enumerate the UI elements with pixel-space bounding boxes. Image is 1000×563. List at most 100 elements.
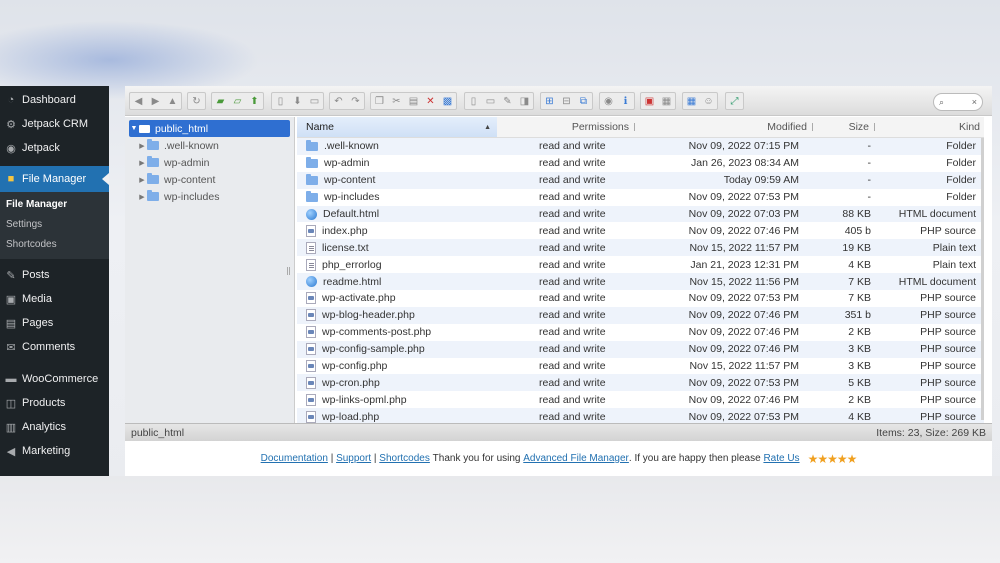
sidebar-item-media[interactable]: ▣ Media [0,287,109,311]
table-row[interactable]: wp-includes read and write Nov 09, 2022 07… [297,188,984,206]
cell-modified: Nov 09, 2022 07:53 PM [688,376,799,389]
search-input[interactable]: ⌕ × [933,93,983,111]
info-icon[interactable]: ℹ [617,93,634,109]
table-row[interactable]: readme.html read and write Nov 15, 2022 11… [297,273,984,291]
table-row[interactable]: wp-links-opml.php read and write Nov 09, 2… [297,391,984,409]
tree-item-wp-admin[interactable]: ▶ wp-admin [125,154,294,171]
submenu-shortcodes[interactable]: Shortcodes [0,235,109,255]
toolbar-edit-group: ❐ ✂ ▤ ✕ ▩ [370,92,457,110]
submenu-settings[interactable]: Settings [0,215,109,235]
collapse-arrow-icon[interactable]: ▶ [137,176,147,184]
copy-icon[interactable]: ❐ [371,93,388,109]
sidebar-item-jetpack[interactable]: ◉ Jetpack [0,136,109,160]
tree-item-wp-includes[interactable]: ▶ wp-includes [125,188,294,205]
paste-icon[interactable]: ▤ [405,93,422,109]
column-header-kind[interactable]: Kind [875,117,980,137]
archive-icon[interactable]: ⊟ [558,93,575,109]
collapse-arrow-icon[interactable]: ▶ [137,159,147,167]
expand-arrow-icon[interactable]: ▼ [129,125,139,132]
product-link[interactable]: Advanced File Manager [523,453,629,464]
sidebar-item-woocommerce[interactable]: ▬ WooCommerce [0,367,109,391]
netmount-icon[interactable]: ▣ [641,93,658,109]
scrollbar[interactable] [981,138,984,420]
rate-us-link[interactable]: Rate Us [763,453,799,464]
clear-search-icon[interactable]: × [972,97,977,107]
column-header-permissions[interactable]: Permissions [497,117,635,137]
php-file-icon [306,292,316,305]
select-all-icon[interactable]: ⧉ [575,93,592,109]
table-row[interactable]: php_errorlog read and write Jan 21, 2023 1… [297,256,984,274]
table-row[interactable]: wp-admin read and write Jan 26, 2023 08:34… [297,154,984,172]
cell-modified: Nov 09, 2022 07:46 PM [688,343,799,356]
sidebar-item-posts[interactable]: ✎ Posts [0,263,109,287]
redo-icon[interactable]: ↷ [347,93,364,109]
table-row[interactable]: wp-activate.php read and write Nov 09, 202… [297,290,984,307]
tree-item-well-known[interactable]: ▶ .well-known [125,137,294,154]
new-folder-icon[interactable]: ▰ [212,93,229,109]
icons-view-icon[interactable]: ▦ [683,93,700,109]
fullscreen-icon[interactable]: ⤢ [726,93,743,109]
cell-kind: PHP source [920,224,976,237]
sidebar-item-marketing[interactable]: ◀ Marketing [0,439,109,463]
open-icon[interactable]: ▯ [272,93,289,109]
table-row[interactable]: wp-comments-post.php read and write Nov 09… [297,323,984,341]
undo-icon[interactable]: ↶ [330,93,347,109]
table-row[interactable]: wp-config.php read and write Nov 15, 2022 … [297,357,984,375]
sidebar-item-jetpack-crm[interactable]: ⚙ Jetpack CRM [0,112,109,136]
forward-icon[interactable]: ▶ [147,93,164,109]
cell-name: wp-content [297,173,515,186]
collapse-arrow-icon[interactable]: ▶ [137,193,147,201]
documentation-link[interactable]: Documentation [261,453,328,464]
table-row[interactable]: wp-load.php read and write Nov 09, 2022 07… [297,408,984,423]
table-row[interactable]: index.php read and write Nov 09, 2022 07:4… [297,222,984,240]
sidebar-item-analytics[interactable]: ▥ Analytics [0,415,109,439]
sidebar-item-file-manager[interactable]: ■ File Manager [0,166,109,192]
sidebar-item-comments[interactable]: ✉ Comments [0,335,109,359]
column-header-name[interactable]: Name ▲ [297,117,497,137]
preview-icon[interactable]: ◉ [600,93,617,109]
tree-resize-handle[interactable] [287,267,290,275]
up-icon[interactable]: ▲ [164,93,181,109]
resize-icon[interactable]: ◨ [516,93,533,109]
tree-item-root[interactable]: ▼ public_html [129,120,290,137]
back-icon[interactable]: ◀ [130,93,147,109]
tree-item-wp-content[interactable]: ▶ wp-content [125,171,294,188]
rating-stars-icon[interactable]: ★★★★★ [808,452,858,466]
empty-icon[interactable]: ▩ [439,93,456,109]
table-row[interactable]: Default.html read and write Nov 09, 2022 0… [297,205,984,223]
collapse-arrow-icon[interactable]: ▶ [137,142,147,150]
cell-modified: Jan 21, 2023 12:31 PM [690,258,799,271]
table-row[interactable]: license.txt read and write Nov 15, 2022 11… [297,239,984,257]
shortcodes-link[interactable]: Shortcodes [379,453,430,464]
reload-icon[interactable]: ↻ [188,93,205,109]
info-file-icon[interactable]: ▭ [306,93,323,109]
cut-icon[interactable]: ✂ [388,93,405,109]
column-header-modified[interactable]: Modified [635,117,813,137]
table-row[interactable]: wp-blog-header.php read and write Nov 09, … [297,306,984,324]
cell-name: wp-activate.php [297,292,515,305]
duplicate-icon[interactable]: ▯ [465,93,482,109]
column-header-size[interactable]: Size [813,117,875,137]
rename-icon[interactable]: ▭ [482,93,499,109]
upload-icon[interactable]: ⬆ [246,93,263,109]
support-link[interactable]: Support [336,453,371,464]
submenu-file-manager[interactable]: File Manager [0,195,109,215]
extract-icon[interactable]: ⊞ [541,93,558,109]
folder-icon [306,190,318,202]
edit-icon[interactable]: ✎ [499,93,516,109]
sidebar-item-dashboard[interactable]: ◔ Dashboard [0,88,109,112]
delete-icon[interactable]: ✕ [422,93,439,109]
cell-kind: HTML document [898,275,976,288]
download-icon[interactable]: ⬇ [289,93,306,109]
cell-name: readme.html [297,276,515,288]
help-icon[interactable]: ☺ [700,93,717,109]
cell-modified: Nov 15, 2022 11:57 PM [689,360,799,373]
table-row[interactable]: wp-config-sample.php read and write Nov 09… [297,340,984,358]
sidebar-item-products[interactable]: ◫ Products [0,391,109,415]
table-row[interactable]: wp-content read and write Today 09:59 AM - F… [297,171,984,189]
places-icon[interactable]: ▦ [658,93,675,109]
table-row[interactable]: .well-known read and write Nov 09, 2022 07… [297,138,984,155]
table-row[interactable]: wp-cron.php read and write Nov 09, 2022 07… [297,374,984,392]
sidebar-item-pages[interactable]: ▤ Pages [0,311,109,335]
new-file-icon[interactable]: ▱ [229,93,246,109]
